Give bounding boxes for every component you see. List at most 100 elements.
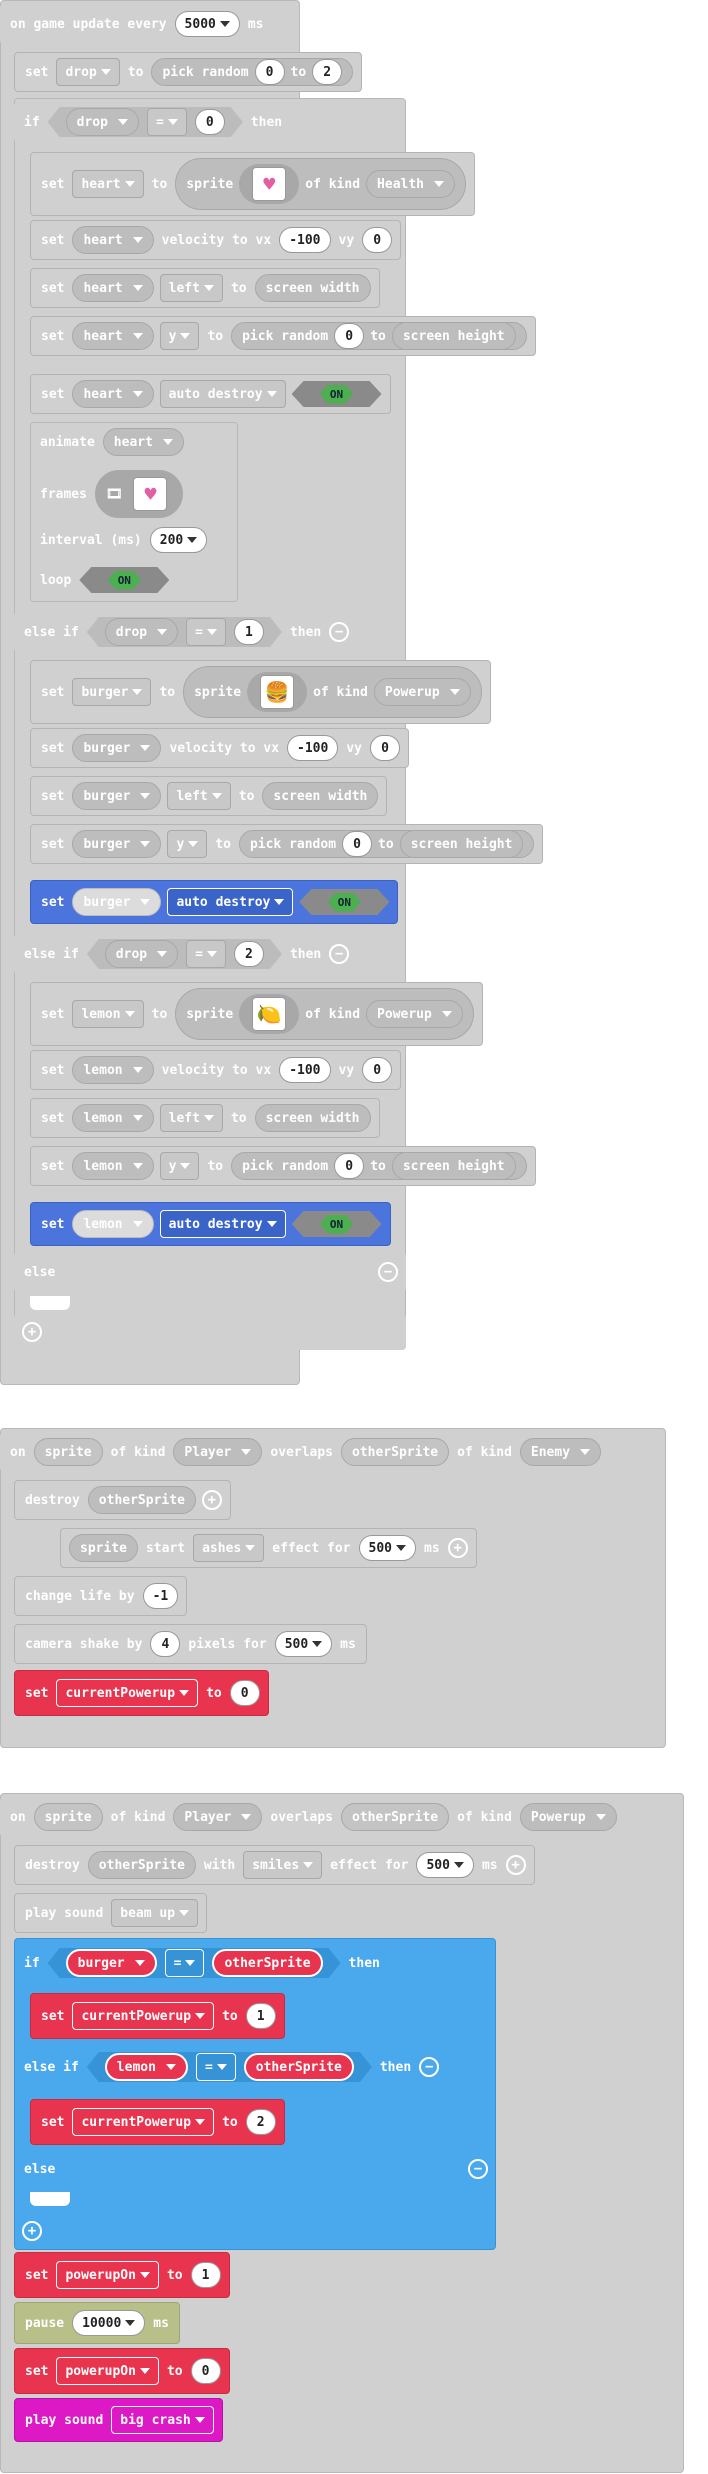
player-kind-dropdown[interactable]: Player	[173, 1803, 263, 1831]
lemon-variable-dropdown[interactable]: lemon	[72, 1104, 154, 1132]
create-sprite-block[interactable]: sprite 🍋 of kind Powerup	[175, 988, 474, 1040]
expand-icon[interactable]: +	[447, 1538, 468, 1558]
play-sound-big-crash-block[interactable]: play sound big crash	[14, 2398, 223, 2442]
sprite-parameter[interactable]: sprite	[33, 1803, 103, 1831]
random-min-field[interactable]: 0	[342, 831, 373, 857]
heart-variable-dropdown[interactable]: heart	[102, 428, 184, 456]
set-burger-auto-destroy-block[interactable]: set burger auto destroy ON	[30, 880, 399, 924]
flag-dropdown[interactable]: auto destroy	[167, 888, 294, 916]
set-current-powerup-1-block[interactable]: set currentPowerup to 1	[30, 1993, 285, 2039]
other-sprite-reporter[interactable]: otherSprite	[87, 1486, 196, 1514]
else-if-drop-2-header[interactable]: else if drop = 2 then −	[14, 934, 358, 974]
set-lemon-y-block[interactable]: set lemon y to pick random 0 to screen heig…	[30, 1146, 536, 1186]
flag-dropdown[interactable]: auto destroy	[159, 380, 286, 408]
equals-operator[interactable]: =	[147, 108, 187, 136]
compare-block[interactable]: drop = 0	[48, 107, 243, 137]
duration-field[interactable]: 500	[274, 1631, 333, 1657]
else-if-drop-1-header[interactable]: else if drop = 1 then −	[14, 612, 358, 652]
set-current-powerup-0-block[interactable]: set currentPowerup to 0	[14, 1670, 269, 1716]
pause-duration-field[interactable]: 10000	[72, 2310, 146, 2336]
lemon-variable[interactable]: lemon	[105, 2053, 188, 2081]
drop-variable[interactable]: drop	[66, 108, 139, 136]
create-sprite-block[interactable]: sprite 🍔 of kind Powerup	[183, 666, 482, 718]
burger-variable-dropdown[interactable]: burger	[72, 830, 162, 858]
set-drop-block[interactable]: set drop to pick random 0 to 2	[14, 52, 363, 92]
drop-variable[interactable]: drop	[105, 618, 178, 646]
screen-height-block[interactable]: screen height	[391, 1152, 516, 1180]
lemon-variable-dropdown[interactable]: lemon	[72, 1152, 154, 1180]
value-field[interactable]: 1	[245, 2003, 276, 2029]
drop-variable-dropdown[interactable]: drop	[56, 58, 120, 86]
game-update-header[interactable]: on game update every 5000 ms	[0, 4, 274, 44]
equals-operator[interactable]: =	[196, 2053, 236, 2081]
remove-else-icon[interactable]: −	[378, 1262, 398, 1282]
random-min-field[interactable]: 0	[334, 1153, 365, 1179]
change-life-block[interactable]: change life by -1	[14, 1576, 188, 1616]
flag-dropdown[interactable]: auto destroy	[159, 1210, 286, 1238]
set-current-powerup-2-block[interactable]: set currentPowerup to 2	[30, 2099, 285, 2145]
set-heart-sprite-block[interactable]: set heart to sprite ♥ of kind Health	[30, 152, 476, 216]
kind-dropdown[interactable]: Powerup	[373, 678, 471, 706]
sound-dropdown[interactable]: beam up	[111, 1899, 199, 1927]
sprite-image-picker[interactable]: ♥	[239, 164, 300, 204]
heart-variable-dropdown[interactable]: heart	[72, 170, 144, 198]
interval-field[interactable]: 200	[149, 527, 208, 553]
play-sound-beam-up-block[interactable]: play sound beam up	[14, 1893, 208, 1933]
empty-else-slot[interactable]	[30, 2192, 70, 2206]
equals-operator[interactable]: =	[186, 618, 226, 646]
property-dropdown[interactable]: left	[167, 782, 231, 810]
burger-variable-dropdown[interactable]: burger	[72, 888, 162, 916]
expand-icon[interactable]: +	[201, 1490, 222, 1510]
burger-variable-dropdown[interactable]: burger	[72, 782, 162, 810]
property-dropdown[interactable]: left	[159, 274, 223, 302]
effect-dropdown[interactable]: ashes	[193, 1534, 265, 1562]
equals-operator[interactable]: =	[165, 1949, 205, 1977]
else-header[interactable]: else −	[14, 1252, 406, 1292]
compare-value-field[interactable]: 2	[234, 941, 264, 967]
loop-toggle[interactable]: ON	[79, 567, 169, 593]
lemon-variable-dropdown[interactable]: lemon	[72, 1056, 154, 1084]
property-dropdown[interactable]: y	[159, 1152, 200, 1180]
heart-variable-dropdown[interactable]: heart	[72, 380, 154, 408]
current-powerup-dropdown[interactable]: currentPowerup	[72, 2108, 215, 2136]
value-field[interactable]: 2	[245, 2109, 276, 2135]
property-dropdown[interactable]: left	[159, 1104, 223, 1132]
auto-destroy-toggle[interactable]: ON	[292, 381, 382, 407]
vx-field[interactable]: -100	[279, 227, 331, 253]
set-heart-y-block[interactable]: set heart y to pick random 0 to screen heig…	[30, 316, 536, 356]
set-powerup-on-1-block[interactable]: set powerupOn to 1	[14, 2252, 230, 2298]
value-field[interactable]: 0	[190, 2358, 221, 2384]
sprite-image-picker[interactable]: 🍔	[247, 672, 308, 712]
compare-block[interactable]: drop = 1	[87, 617, 282, 647]
heart-variable-dropdown[interactable]: heart	[72, 274, 154, 302]
other-sprite-parameter[interactable]: otherSprite	[341, 1438, 450, 1466]
pick-random-block[interactable]: pick random 0 to 2	[151, 58, 354, 86]
heart-variable-dropdown[interactable]: heart	[72, 322, 154, 350]
screen-height-block[interactable]: screen height	[399, 830, 524, 858]
vy-field[interactable]: 0	[370, 735, 400, 761]
value-field[interactable]: 1	[190, 2262, 221, 2288]
compare-value-field[interactable]: 1	[234, 619, 264, 645]
set-lemon-velocity-block[interactable]: set lemon velocity to vx -100 vy 0	[30, 1050, 402, 1090]
current-powerup-dropdown[interactable]: currentPowerup	[56, 1679, 199, 1707]
remove-branch-icon[interactable]: −	[329, 944, 350, 964]
powerup-on-dropdown[interactable]: powerupOn	[56, 2357, 159, 2385]
other-sprite-reporter[interactable]: otherSprite	[212, 1949, 322, 1977]
lemon-variable-dropdown[interactable]: lemon	[72, 1210, 154, 1238]
property-dropdown[interactable]: y	[159, 322, 200, 350]
heart-variable-dropdown[interactable]: heart	[72, 226, 154, 254]
if-powerup-block[interactable]	[14, 1938, 496, 2250]
pick-random-block[interactable]: pick random 0 to screen height	[231, 322, 527, 350]
value-field[interactable]: 0	[229, 1680, 260, 1706]
vy-field[interactable]: 0	[362, 1057, 393, 1083]
set-heart-velocity-block[interactable]: set heart velocity to vx -100 vy 0	[30, 220, 402, 260]
other-sprite-parameter[interactable]: otherSprite	[341, 1803, 450, 1831]
burger-variable[interactable]: burger	[66, 1949, 157, 1977]
set-burger-sprite-block[interactable]: set burger to sprite 🍔 of kind Powerup	[30, 660, 491, 724]
remove-branch-icon[interactable]: −	[419, 2057, 440, 2077]
destroy-with-effect-block[interactable]: destroy otherSprite with smiles effect f…	[14, 1845, 535, 1885]
life-delta-field[interactable]: -1	[142, 1583, 179, 1609]
sprite-reporter[interactable]: sprite	[69, 1534, 138, 1562]
screen-width-block[interactable]: screen width	[262, 782, 379, 810]
set-lemon-sprite-block[interactable]: set lemon to sprite 🍋 of kind Powerup	[30, 982, 483, 1046]
